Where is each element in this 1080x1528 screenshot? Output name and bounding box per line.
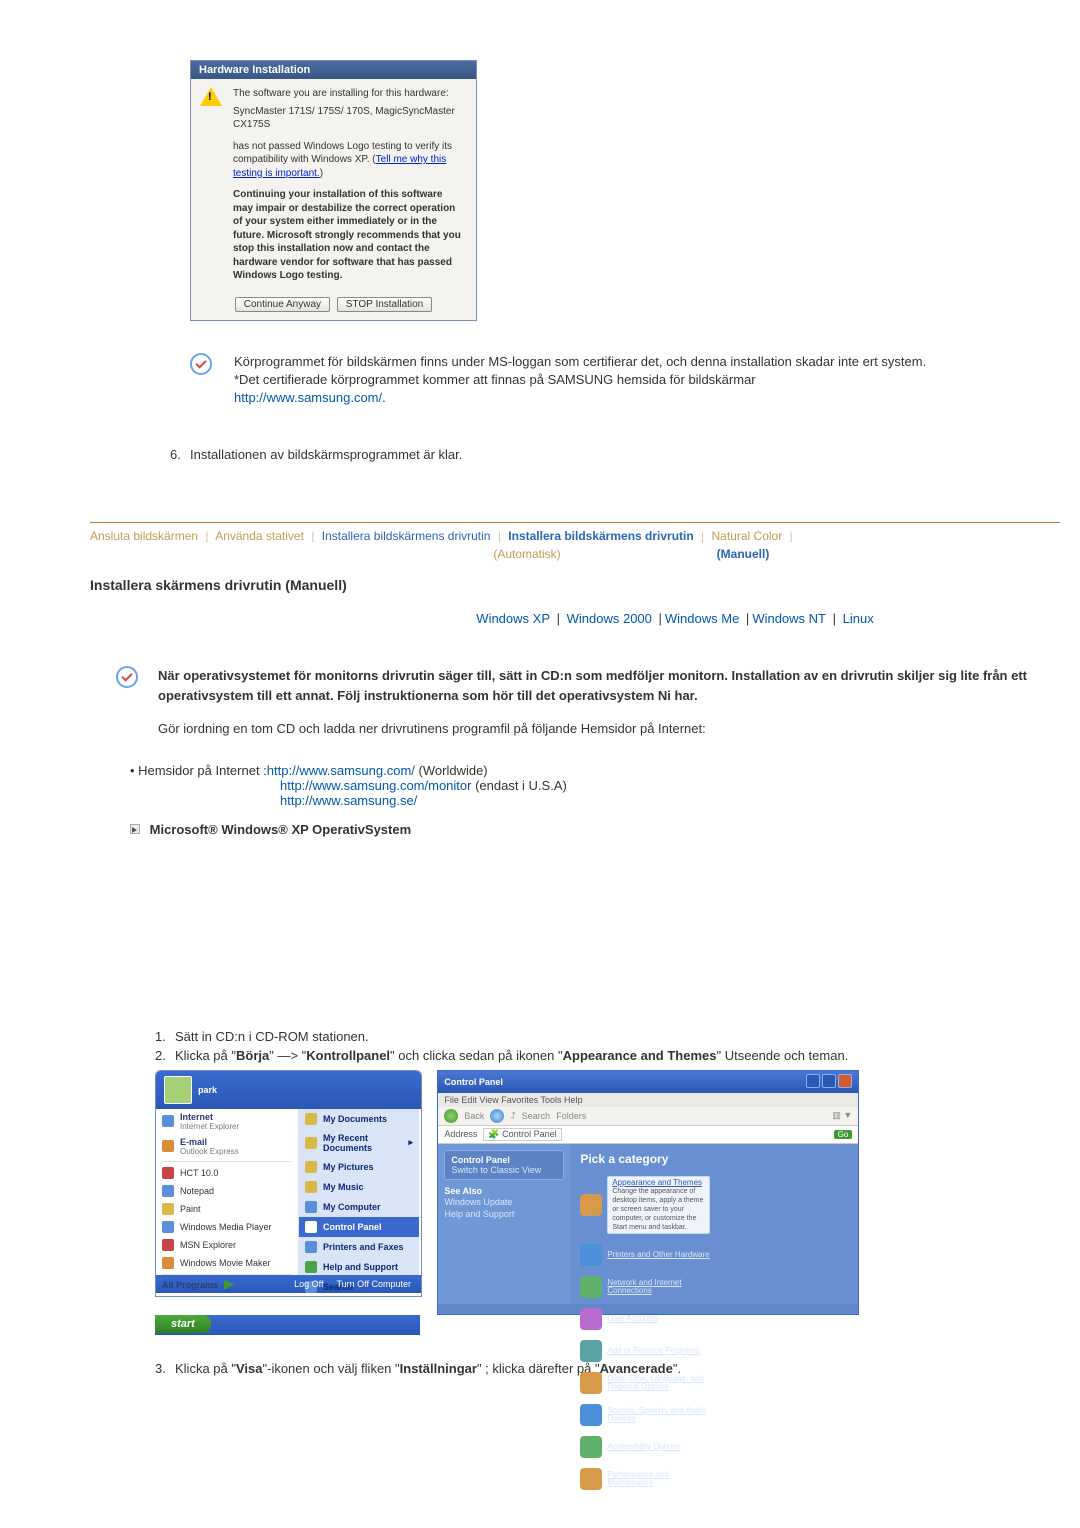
start-item-notepad[interactable]: Notepad xyxy=(156,1182,298,1200)
see-also-help[interactable]: Help and Support xyxy=(444,1208,564,1220)
step2-num: 2. xyxy=(155,1046,175,1066)
cp-menubar[interactable]: File Edit View Favorites Tools Help xyxy=(438,1093,858,1107)
section-divider xyxy=(90,522,1060,523)
start-item-hct[interactable]: HCT 10.0 xyxy=(156,1164,298,1182)
cat-network[interactable]: Network and Internet Connections xyxy=(580,1276,710,1298)
start-menu: park InternetInternet Explorer E-mailOut… xyxy=(155,1070,422,1297)
dialog-title: Hardware Installation xyxy=(191,61,476,79)
section-title: Installera skärmens drivrutin (Manuell) xyxy=(90,577,1060,593)
up-icon[interactable]: ⮥ xyxy=(510,1110,515,1121)
arrow-icon xyxy=(130,824,140,834)
cat-date[interactable]: Date, Time, Language, and Regional Optio… xyxy=(580,1372,710,1394)
avatar xyxy=(164,1076,192,1104)
go-button[interactable]: Go xyxy=(834,1130,853,1139)
info-icon xyxy=(116,666,150,694)
start-item-email[interactable]: E-mailOutlook Express xyxy=(156,1134,298,1159)
nav-auto-sub: (Automatisk) xyxy=(493,547,713,561)
nav-driver-manual[interactable]: Installera bildskärmens drivrutin xyxy=(508,529,693,543)
step-text: Installationen av bildskärmsprogrammet ä… xyxy=(190,447,462,462)
instr-plain: Gör iordning en tom CD och ladda ner dri… xyxy=(158,719,1060,739)
step3-num: 3. xyxy=(155,1361,175,1376)
nav-manual-sub: (Manuell) xyxy=(717,547,937,561)
stop-installation-button[interactable]: STOP Installation xyxy=(337,297,432,312)
dialog-warning: Continuing your installation of this sof… xyxy=(233,188,464,283)
window-buttons[interactable] xyxy=(804,1074,852,1090)
site-monitor-us[interactable]: http://www.samsung.com/monitor xyxy=(280,778,471,793)
os-2000-link[interactable]: Windows 2000 xyxy=(567,611,652,626)
user-name: park xyxy=(198,1085,217,1095)
cat-addremove[interactable]: Add or Remove Programs xyxy=(580,1340,710,1362)
start-item-internet[interactable]: InternetInternet Explorer xyxy=(156,1109,298,1134)
os-nt-link[interactable]: Windows NT xyxy=(752,611,826,626)
start-item-wmp[interactable]: Windows Media Player xyxy=(156,1218,298,1236)
turnoff-button[interactable]: Turn Off Computer xyxy=(333,1279,411,1289)
cp-address-bar[interactable]: Address 🧩 Control Panel Go xyxy=(438,1125,858,1144)
start-my-pictures[interactable]: My Pictures xyxy=(299,1157,419,1177)
cp-title: Control Panel xyxy=(444,1077,503,1087)
start-all-programs[interactable]: All Programs xyxy=(156,1277,298,1293)
nav-natural-color[interactable]: Natural Color xyxy=(712,529,783,543)
continue-anyway-button[interactable]: Continue Anyway xyxy=(235,297,330,312)
start-button[interactable]: start xyxy=(155,1315,211,1333)
step2-text: Klicka på "Börja" —> "Kontrollpanel" och… xyxy=(175,1046,848,1066)
cat-perf[interactable]: Performance and Maintenance xyxy=(580,1468,710,1490)
os-linux-link[interactable]: Linux xyxy=(843,611,874,626)
nav-stand[interactable]: Använda stativet xyxy=(215,529,304,543)
start-item-msn[interactable]: MSN Explorer xyxy=(156,1236,298,1254)
os-heading: Microsoft® Windows® XP OperativSystem xyxy=(130,822,1060,837)
start-my-music[interactable]: My Music xyxy=(299,1177,419,1197)
cat-sounds[interactable]: Sounds, Speech, and Audio Devices xyxy=(580,1404,710,1426)
step1-num: 1. xyxy=(155,1027,175,1047)
start-item-paint[interactable]: Paint xyxy=(156,1200,298,1218)
start-control-panel[interactable]: Control Panel xyxy=(299,1217,419,1237)
logoff-button[interactable]: Log Off xyxy=(291,1279,323,1289)
control-panel-window: Control Panel File Edit View Favorites T… xyxy=(437,1070,859,1315)
nav-connect[interactable]: Ansluta bildskärmen xyxy=(90,529,198,543)
site-se[interactable]: http://www.samsung.se/ xyxy=(280,793,417,808)
start-help[interactable]: Help and Support xyxy=(299,1257,419,1277)
cp-toolbar[interactable]: Back ⮥ Search Folders ▥ ▼ xyxy=(438,1107,858,1125)
note-text-2: *Det certifierade körprogrammet kommer a… xyxy=(234,371,926,389)
hardware-install-dialog: Hardware Installation The software you a… xyxy=(190,60,477,321)
step1-text: Sätt in CD:n i CD-ROM stationen. xyxy=(175,1027,369,1047)
cat-users[interactable]: User Accounts xyxy=(580,1308,710,1330)
start-my-documents[interactable]: My Documents xyxy=(299,1109,419,1129)
note-icon xyxy=(190,353,224,380)
note-text-1: Körprogrammet för bildskärmen finns unde… xyxy=(234,353,926,371)
switch-classic-link[interactable]: Switch to Classic View xyxy=(451,1165,557,1175)
cat-access[interactable]: Accessibility Options xyxy=(580,1436,710,1458)
taskbar: start xyxy=(155,1315,420,1335)
see-also-update[interactable]: Windows Update xyxy=(444,1196,564,1208)
cp-side-panel: Control Panel Switch to Classic View xyxy=(444,1150,564,1180)
cat-printers[interactable]: Printers and Other Hardware xyxy=(580,1244,710,1266)
samsung-link[interactable]: http://www.samsung.com/ xyxy=(234,390,382,405)
step-number: 6. xyxy=(170,447,190,462)
start-my-computer[interactable]: My Computer xyxy=(299,1197,419,1217)
pick-category-heading: Pick a category xyxy=(580,1152,848,1166)
instr-bold: När operativsystemet för monitorns drivr… xyxy=(158,666,1060,705)
sub-nav: Ansluta bildskärmen | Använda stativet |… xyxy=(90,529,1060,547)
dialog-hardware-name: SyncMaster 171S/ 175S/ 170S, MagicSyncMa… xyxy=(233,105,464,132)
warning-icon xyxy=(199,87,223,283)
start-item-moviemaker[interactable]: Windows Movie Maker xyxy=(156,1254,298,1272)
fwd-icon[interactable] xyxy=(490,1109,504,1123)
back-icon[interactable] xyxy=(444,1109,458,1123)
nav-driver-auto[interactable]: Installera bildskärmens drivrutin xyxy=(322,529,491,543)
start-recent-docs[interactable]: My Recent Documents ▸ xyxy=(299,1129,419,1157)
site-worldwide[interactable]: http://www.samsung.com/ xyxy=(267,763,415,778)
cat-appearance[interactable]: Appearance and ThemesChange the appearan… xyxy=(580,1176,710,1235)
os-links: Windows XP | Windows 2000 |Windows Me |W… xyxy=(90,611,1060,626)
dialog-line1: The software you are installing for this… xyxy=(233,87,464,101)
sites-label: Hemsidor på Internet : xyxy=(130,763,267,778)
os-xp-link[interactable]: Windows XP xyxy=(476,611,550,626)
start-printers[interactable]: Printers and Faxes xyxy=(299,1237,419,1257)
os-me-link[interactable]: Windows Me xyxy=(665,611,739,626)
